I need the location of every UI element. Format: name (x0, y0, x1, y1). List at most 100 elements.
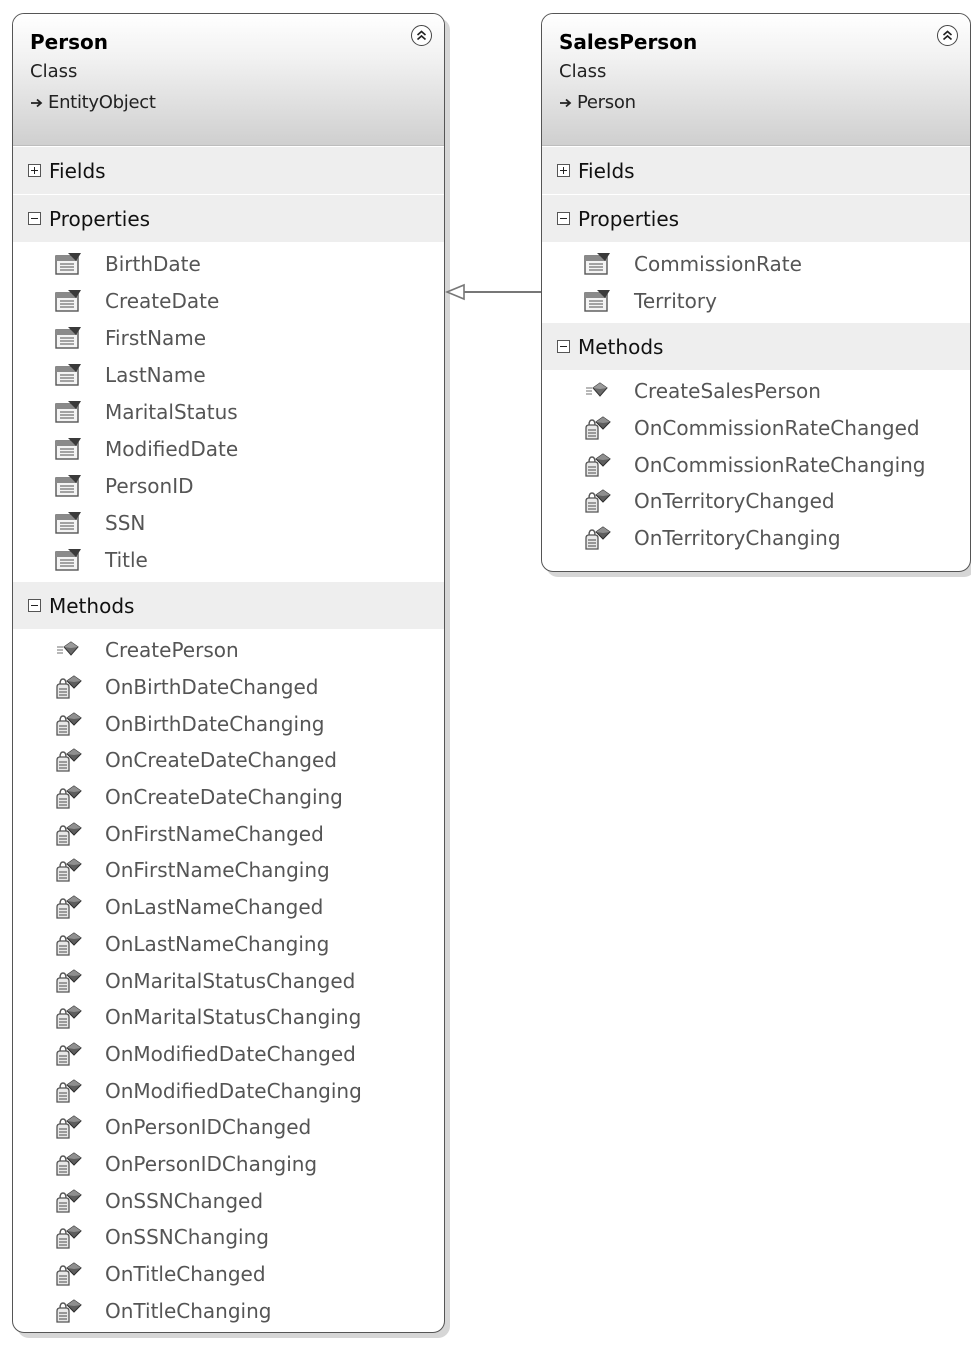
property-icon (51, 250, 85, 278)
property-icon (51, 398, 85, 426)
property-row[interactable]: CommissionRate (542, 245, 970, 282)
base-class-name: Person (577, 92, 636, 113)
property-row[interactable]: SSN (13, 504, 444, 541)
section-methods[interactable]: Methods (542, 322, 970, 370)
method-row[interactable]: OnTitleChanged (13, 1256, 444, 1293)
method-row[interactable]: OnLastNameChanged (13, 889, 444, 926)
partial-method-icon (51, 1113, 85, 1141)
partial-method-icon (580, 451, 614, 479)
class-shape-person[interactable]: Person Class EntityObject Fields Propert… (12, 13, 445, 1333)
property-row[interactable]: Title (13, 541, 444, 578)
section-properties[interactable]: Properties (542, 194, 970, 242)
minus-box-icon[interactable] (28, 599, 41, 612)
class-header[interactable]: Person Class EntityObject (13, 14, 444, 146)
property-icon (55, 437, 81, 460)
method-row[interactable]: OnCreateDateChanged (13, 742, 444, 779)
section-label: Properties (578, 206, 680, 231)
method-row[interactable]: OnTerritoryChanging (542, 520, 970, 557)
class-header[interactable]: SalesPerson Class Person (542, 14, 970, 146)
method-list: CreateSalesPerson OnCommissionRateChanged… (542, 370, 970, 559)
section-label: Fields (49, 158, 106, 183)
property-row[interactable]: Territory (542, 282, 970, 319)
partial-method-icon (56, 1225, 82, 1249)
section-properties[interactable]: Properties (13, 194, 444, 242)
section-fields[interactable]: Fields (13, 146, 444, 194)
property-row[interactable]: MaritalStatus (13, 393, 444, 430)
inheritance-connector[interactable] (445, 280, 542, 304)
property-list: BirthDate CreateDate FirstName LastName Mari… (13, 242, 444, 581)
collapse-button[interactable] (411, 25, 432, 46)
section-fields[interactable]: Fields (542, 146, 970, 194)
method-row[interactable]: OnTitleChanging (13, 1292, 444, 1329)
property-icon (584, 289, 610, 312)
method-name: OnTitleChanged (105, 1262, 266, 1287)
method-name: OnMaritalStatusChanged (105, 968, 356, 993)
method-row[interactable]: OnCreateDateChanging (13, 779, 444, 816)
partial-method-icon (51, 893, 85, 921)
method-row[interactable]: OnPersonIDChanging (13, 1146, 444, 1183)
plus-box-icon[interactable] (557, 164, 570, 177)
property-icon (55, 326, 81, 349)
property-name: SSN (105, 510, 146, 535)
method-name: OnCreateDateChanging (105, 785, 343, 810)
method-row[interactable]: OnFirstNameChanging (13, 852, 444, 889)
property-icon (55, 252, 81, 275)
partial-method-icon (56, 1042, 82, 1066)
method-name: OnCommissionRateChanged (634, 416, 920, 441)
partial-method-icon (56, 968, 82, 993)
minus-box-icon[interactable] (557, 340, 570, 353)
property-name: CommissionRate (634, 251, 802, 276)
method-row[interactable]: OnFirstNameChanged (13, 815, 444, 852)
property-row[interactable]: LastName (13, 356, 444, 393)
method-name: OnSSNChanged (105, 1188, 264, 1213)
class-shape-salesperson[interactable]: SalesPerson Class Person Fields Properti… (541, 13, 971, 572)
method-row[interactable]: OnMaritalStatusChanged (13, 962, 444, 999)
property-row[interactable]: FirstName (13, 319, 444, 356)
method-row[interactable]: OnCommissionRateChanging (542, 446, 970, 483)
minus-box-icon[interactable] (28, 212, 41, 225)
method-row[interactable]: OnCommissionRateChanged (542, 410, 970, 447)
property-row[interactable]: CreateDate (13, 282, 444, 319)
method-row[interactable]: OnSSNChanging (13, 1219, 444, 1256)
partial-method-icon (51, 1003, 85, 1031)
property-icon (55, 474, 81, 497)
partial-method-icon (51, 1187, 85, 1215)
property-row[interactable]: ModifiedDate (13, 430, 444, 467)
method-row[interactable]: OnSSNChanged (13, 1182, 444, 1219)
section-label: Fields (578, 158, 635, 183)
double-chevron-up-icon (416, 30, 427, 41)
method-row[interactable]: OnBirthDateChanged (13, 669, 444, 706)
method-name: OnLastNameChanging (105, 931, 330, 956)
public-static-method-icon (51, 636, 85, 664)
class-name: Person (30, 30, 108, 54)
partial-method-icon (51, 783, 85, 811)
property-icon (51, 546, 85, 574)
method-row[interactable]: CreatePerson (13, 632, 444, 669)
partial-method-icon (56, 822, 82, 846)
minus-box-icon[interactable] (557, 212, 570, 225)
method-row[interactable]: OnModifiedDateChanged (13, 1036, 444, 1073)
partial-method-icon (51, 856, 85, 884)
partial-method-icon (51, 1223, 85, 1251)
partial-method-icon (580, 414, 614, 442)
method-name: OnTitleChanging (105, 1298, 272, 1323)
method-name: OnPersonIDChanged (105, 1115, 312, 1140)
collapse-button[interactable] (937, 25, 958, 46)
partial-method-icon (51, 673, 85, 701)
property-row[interactable]: BirthDate (13, 245, 444, 282)
method-row[interactable]: OnBirthDateChanging (13, 705, 444, 742)
method-name: OnModifiedDateChanging (105, 1078, 362, 1103)
method-row[interactable]: CreateSalesPerson (542, 373, 970, 410)
method-row[interactable]: OnPersonIDChanged (13, 1109, 444, 1146)
property-name: MaritalStatus (105, 399, 238, 424)
method-row[interactable]: OnTerritoryChanged (542, 483, 970, 520)
method-row[interactable]: OnMaritalStatusChanging (13, 999, 444, 1036)
partial-method-icon (585, 453, 611, 477)
partial-method-icon (580, 487, 614, 515)
method-row[interactable]: OnModifiedDateChanging (13, 1072, 444, 1109)
property-row[interactable]: PersonID (13, 467, 444, 504)
section-methods[interactable]: Methods (13, 581, 444, 629)
method-row[interactable]: OnLastNameChanging (13, 926, 444, 963)
plus-box-icon[interactable] (28, 164, 41, 177)
property-icon (51, 435, 85, 463)
